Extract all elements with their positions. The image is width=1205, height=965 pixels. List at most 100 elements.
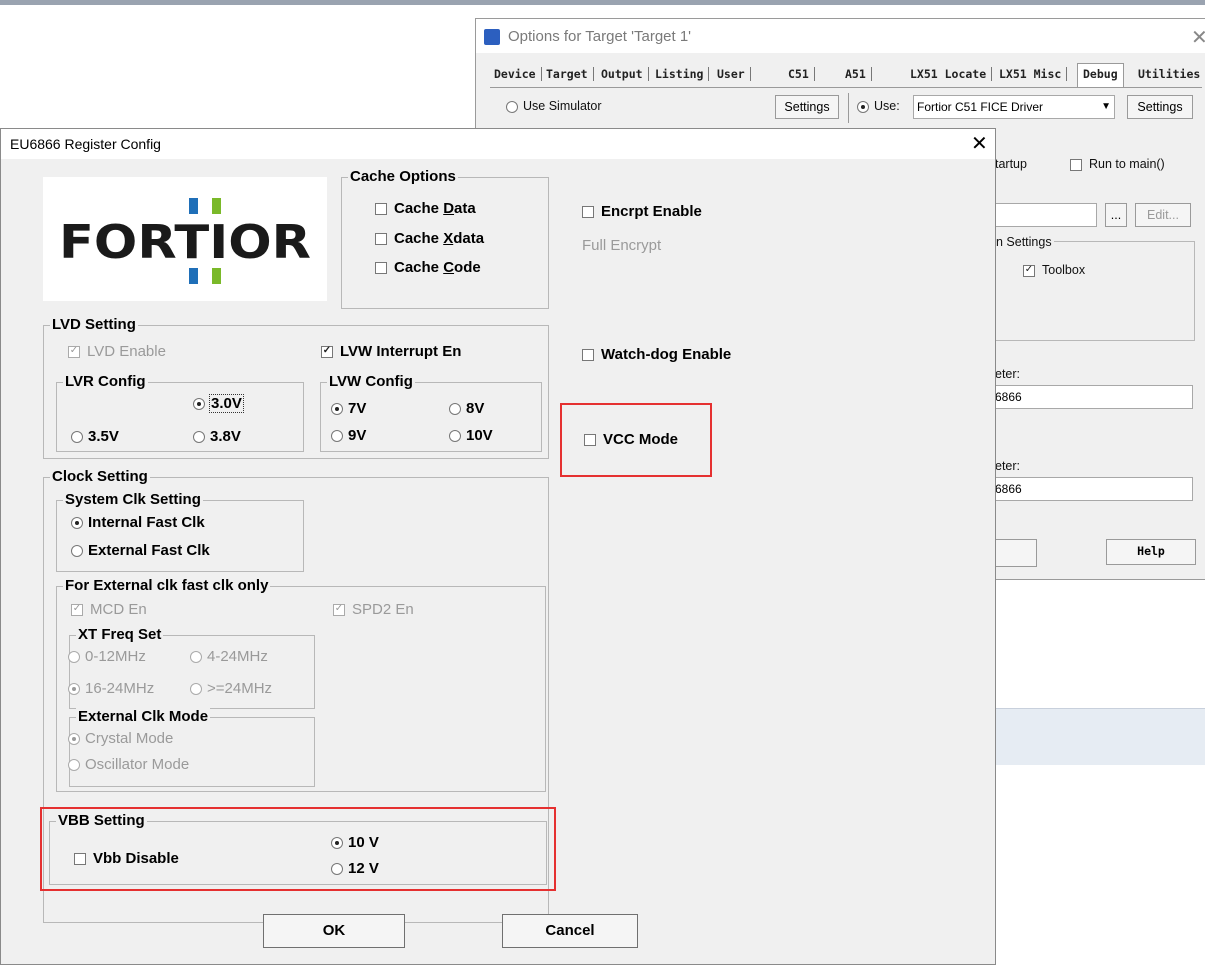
radio-icon xyxy=(190,651,202,664)
tab-output[interactable]: Output xyxy=(601,67,649,81)
keil-app-icon xyxy=(484,29,500,45)
vbb-setting-group: VBB Setting Vbb Disable 10 V 12 V xyxy=(49,812,547,885)
external-clk-label: For External clk fast clk only xyxy=(63,577,271,594)
radio-icon xyxy=(449,403,461,416)
xt-4-24mhz-radio[interactable]: 4-24MHz xyxy=(190,648,268,665)
checkbox-icon xyxy=(321,346,333,359)
mcd-en-checkbox[interactable]: MCD En xyxy=(71,601,147,618)
xt-0-12mhz-radio[interactable]: 0-12MHz xyxy=(68,648,146,665)
options-window-title: Options for Target 'Target 1' xyxy=(508,28,692,45)
radio-icon xyxy=(331,430,343,443)
encrypt-enable-checkbox[interactable]: Encrpt Enable xyxy=(582,203,702,220)
init-file-input[interactable] xyxy=(995,203,1097,227)
internal-fast-clk-radio[interactable]: Internal Fast Clk xyxy=(71,514,205,531)
tab-debug[interactable]: Debug xyxy=(1077,63,1124,87)
toolbox-checkbox[interactable]: Toolbox xyxy=(1023,263,1085,277)
tab-lx51-misc[interactable]: LX51 Misc xyxy=(999,67,1068,81)
radio-icon xyxy=(71,517,83,530)
checkbox-icon xyxy=(375,262,387,275)
lvr-3-0v-radio[interactable]: 3.0V xyxy=(193,394,244,413)
crystal-mode-radio[interactable]: Crystal Mode xyxy=(68,730,173,747)
xt-freq-set-group: XT Freq Set 0-12MHz 4-24MHz 16-24MHz >=2… xyxy=(68,626,315,709)
cancel-button[interactable]: Cancel xyxy=(502,914,638,948)
use-driver-radio[interactable]: Use: xyxy=(857,99,900,113)
tab-target[interactable]: Target xyxy=(546,67,594,81)
checkbox-icon xyxy=(584,434,596,447)
eu6866-register-config-dialog: EU6866 Register Config ✕ FORTIOR Cache O… xyxy=(0,128,996,965)
edit-button[interactable]: Edit... xyxy=(1135,203,1191,227)
tab-c51[interactable]: C51 xyxy=(788,67,815,81)
radio-icon xyxy=(506,100,518,113)
tab-device[interactable]: Device xyxy=(494,67,542,81)
tab-listing[interactable]: Listing xyxy=(655,67,710,81)
vcc-mode-checkbox[interactable]: VCC Mode xyxy=(584,431,678,448)
external-clk-mode-group: External Clk Mode Crystal Mode Oscillato… xyxy=(68,708,315,787)
vbb-10v-radio[interactable]: 10 V xyxy=(331,834,379,851)
radio-icon xyxy=(68,733,80,746)
lvw-10v-radio[interactable]: 10V xyxy=(449,427,493,444)
vbb-12v-radio[interactable]: 12 V xyxy=(331,860,379,877)
use-simulator-radio[interactable]: Use Simulator xyxy=(506,99,602,113)
radio-icon xyxy=(193,398,205,411)
radio-icon xyxy=(331,837,343,850)
lvw-7v-radio[interactable]: 7V xyxy=(331,400,366,417)
checkbox-icon xyxy=(71,604,83,617)
ok-button[interactable]: OK xyxy=(263,914,405,948)
lvr-config-group: LVR Config 3.0V 3.5V 3.8V xyxy=(56,373,304,452)
tab-utilities[interactable]: Utilities xyxy=(1138,67,1205,81)
lvr-3-5v-radio[interactable]: 3.5V xyxy=(71,428,119,445)
fortior-logo-graphic: FORTIOR xyxy=(59,198,311,284)
logo-text: FORTIOR xyxy=(59,215,311,269)
cache-data-checkbox[interactable]: Cache Data xyxy=(375,200,476,217)
help-button[interactable]: Help xyxy=(1106,539,1196,565)
radio-icon xyxy=(449,430,461,443)
external-fast-clk-radio[interactable]: External Fast Clk xyxy=(71,542,210,559)
watchdog-enable-checkbox[interactable]: Watch-dog Enable xyxy=(582,346,731,363)
parameter-2-input[interactable]: 6866 xyxy=(991,477,1193,501)
tab-lx51-locate[interactable]: LX51 Locate xyxy=(910,67,993,81)
tab-a51[interactable]: A51 xyxy=(845,67,872,81)
lvw-interrupt-checkbox[interactable]: LVW Interrupt En xyxy=(321,343,461,360)
radio-icon xyxy=(68,759,80,772)
simulator-settings-button[interactable]: Settings xyxy=(775,95,839,119)
checkbox-icon xyxy=(582,349,594,362)
chevron-down-icon: ▼ xyxy=(1101,101,1111,112)
cache-code-checkbox[interactable]: Cache Code xyxy=(375,259,481,276)
driver-select[interactable]: Fortior C51 FICE Driver ▼ xyxy=(913,95,1115,119)
full-encrypt-label: Full Encrypt xyxy=(582,237,662,254)
browse-button[interactable]: ... xyxy=(1105,203,1127,227)
parameter-2-label: eter: xyxy=(995,459,1021,473)
lvr-3-8v-radio[interactable]: 3.8V xyxy=(193,428,241,445)
external-clk-mode-label: External Clk Mode xyxy=(76,708,211,725)
cache-xdata-checkbox[interactable]: Cache Xdata xyxy=(375,230,484,247)
tab-user[interactable]: User xyxy=(717,67,751,81)
run-to-main-checkbox[interactable]: Run to main() xyxy=(1070,157,1165,171)
partial-button[interactable] xyxy=(994,539,1037,567)
xt-16-24mhz-radio[interactable]: 16-24MHz xyxy=(68,680,154,697)
cache-options-group: Cache Options Cache Data Cache Xdata Cac… xyxy=(341,168,549,309)
checkbox-icon xyxy=(375,203,387,216)
radio-icon xyxy=(190,683,202,696)
oscillator-mode-radio[interactable]: Oscillator Mode xyxy=(68,756,189,773)
cache-options-label: Cache Options xyxy=(348,168,458,185)
lvd-enable-checkbox[interactable]: LVD Enable xyxy=(68,343,166,360)
driver-settings-button[interactable]: Settings xyxy=(1127,95,1193,119)
lvw-8v-radio[interactable]: 8V xyxy=(449,400,484,417)
lvw-9v-radio[interactable]: 9V xyxy=(331,427,366,444)
xt-freq-set-label: XT Freq Set xyxy=(76,626,164,643)
parameter-1-label: eter: xyxy=(995,367,1021,381)
background-status-strip xyxy=(996,708,1205,765)
parameter-1-input[interactable]: 6866 xyxy=(991,385,1193,409)
divider xyxy=(848,93,849,123)
dialog-titlebar: EU6866 Register Config ✕ xyxy=(1,129,995,159)
spd2-en-checkbox[interactable]: SPD2 En xyxy=(333,601,414,618)
radio-icon xyxy=(71,545,83,558)
close-icon[interactable]: ✕ xyxy=(1191,25,1205,50)
restore-settings-group xyxy=(995,241,1195,341)
xt-over-24mhz-radio[interactable]: >=24MHz xyxy=(190,680,272,697)
radio-icon xyxy=(68,683,80,696)
checkbox-icon xyxy=(68,346,80,359)
checkbox-icon xyxy=(582,206,594,219)
close-icon[interactable]: ✕ xyxy=(971,131,988,156)
vbb-disable-checkbox[interactable]: Vbb Disable xyxy=(74,850,179,867)
